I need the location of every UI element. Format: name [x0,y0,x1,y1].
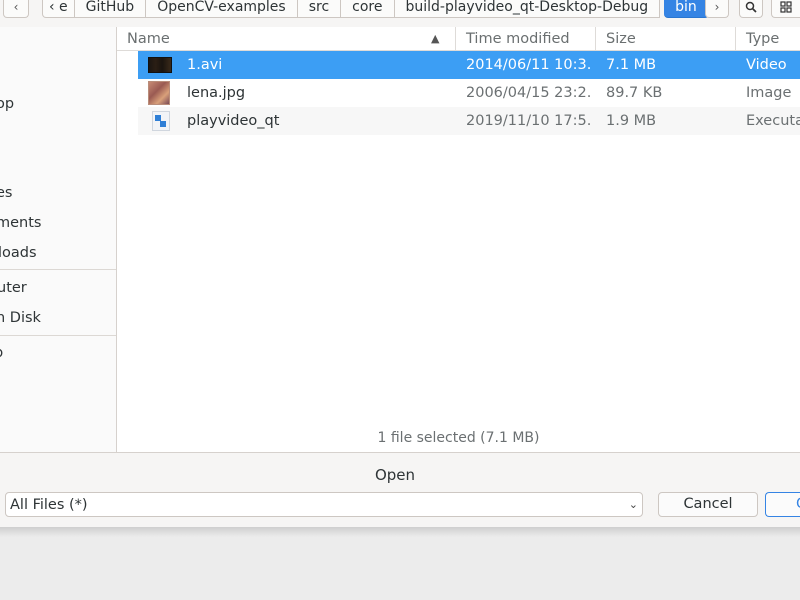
column-header-name[interactable]: Name [117,27,456,50]
bottom-divider [0,452,800,453]
selection-status: 1 file selected (7.1 MB) [377,430,540,446]
chevron-left-icon: ‹ [13,0,19,14]
places-sidebar: t op es ments loads uter n Disk p [0,27,117,452]
breadcrumb: ‹ e GitHub OpenCV-examples src core buil… [42,0,709,18]
sidebar-item-downloads[interactable]: loads [0,238,116,268]
sidebar-item-disk[interactable]: n Disk [0,303,116,333]
column-header-time-modified[interactable]: Time modified [456,27,596,50]
sort-ascending-icon: ▲ [431,32,440,45]
file-row-playvideo-qt[interactable]: playvideo_qt 2019/11/10 17:5... 1.9 MB E… [138,107,800,135]
path-forward-button[interactable]: › [705,0,729,18]
search-button[interactable] [739,0,763,18]
file-open-dialog: ‹ ‹ e GitHub OpenCV-examples src core bu… [0,0,800,528]
file-row-1-avi[interactable]: 1.avi 2014/06/11 10:3... 7.1 MB Video [138,51,800,79]
file-row-lena-jpg[interactable]: lena.jpg 2006/04/15 23:2... 89.7 KB Imag… [138,79,800,107]
breadcrumb-build-dir[interactable]: build-playvideo_qt-Desktop-Debug [394,0,661,18]
executable-file-icon [152,111,170,131]
file-list-header: Name ▲ Time modified Size Type [117,27,800,51]
grid-view-icon [780,1,792,13]
breadcrumb-github[interactable]: GitHub [74,0,147,18]
file-list: Name ▲ Time modified Size Type 1.avi 201… [117,27,800,452]
sidebar-item-recent[interactable]: t [0,27,116,57]
sidebar-divider [0,269,116,270]
column-header-size[interactable]: Size [596,27,736,50]
column-header-type[interactable]: Type [736,27,800,50]
open-button[interactable]: O [765,492,800,517]
video-file-icon [148,57,172,73]
view-grid-button[interactable] [771,0,800,18]
sidebar-item-computer[interactable]: uter [0,273,116,303]
cancel-button[interactable]: Cancel [658,492,758,517]
search-icon [745,1,757,13]
dialog-shadow [0,527,800,537]
breadcrumb-opencv-examples[interactable]: OpenCV-examples [146,0,298,18]
chevron-right-icon: › [714,0,720,14]
sidebar-item-other[interactable]: p [0,338,116,368]
dialog-title: Open [374,466,416,484]
sidebar-item-pictures[interactable]: es [0,178,116,208]
sidebar-item-documents[interactable]: ments [0,208,116,238]
path-bar: ‹ ‹ e GitHub OpenCV-examples src core bu… [0,0,800,20]
sidebar-divider [0,335,116,336]
chevron-down-icon: ⌄ [628,498,638,511]
breadcrumb-bin[interactable]: bin [664,0,709,18]
file-type-filter-select[interactable]: All Files (*) ⌄ [5,492,643,517]
breadcrumb-overflow-button[interactable]: ‹ e [42,0,75,18]
image-file-icon [148,81,170,105]
breadcrumb-core[interactable]: core [341,0,395,18]
sidebar-item-desktop[interactable]: op [0,89,116,119]
path-back-button[interactable]: ‹ [3,0,29,18]
breadcrumb-src[interactable]: src [297,0,342,18]
